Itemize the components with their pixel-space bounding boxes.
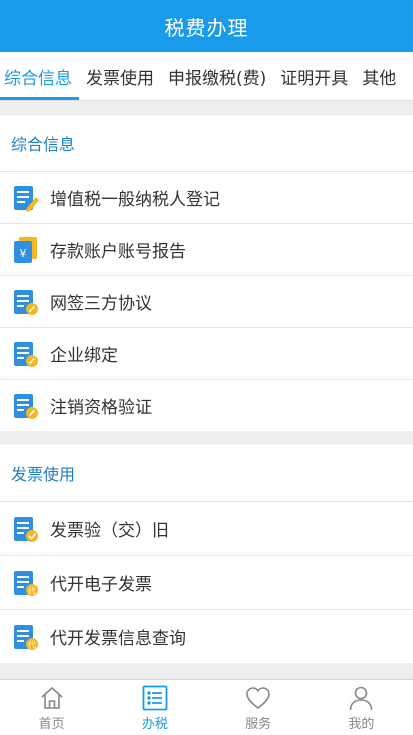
section-invoice-use: 发票使用 发票验（交）旧 代 代开电子发票 代 代开发票信息查询 (0, 445, 413, 663)
section-title: 发票使用 (0, 445, 413, 502)
list-item-label: 代开发票信息查询 (50, 629, 186, 649)
document-link-icon (14, 393, 38, 419)
bottom-nav: 首页 办税 服务 我的 (0, 679, 413, 735)
list-item-enterprise-binding[interactable]: 企业绑定 (0, 328, 413, 380)
list-item-label: 注销资格验证 (50, 398, 152, 418)
list-item-label: 网签三方协议 (50, 294, 152, 314)
list-item-label: 增值税一般纳税人登记 (50, 190, 220, 210)
nav-label: 我的 (348, 717, 375, 732)
list-item-proxy-e-invoice[interactable]: 代 代开电子发票 (0, 556, 413, 610)
list-item-tripartite-agreement[interactable]: 网签三方协议 (0, 276, 413, 328)
nav-service[interactable]: 服务 (207, 680, 310, 735)
document-link-icon (14, 341, 38, 367)
nav-label: 服务 (245, 717, 272, 732)
nav-mine[interactable]: 我的 (310, 680, 413, 735)
section-title: 综合信息 (0, 115, 413, 172)
document-proxy-icon: 代 (14, 624, 38, 650)
list-item-vat-registration[interactable]: 增值税一般纳税人登记 (0, 172, 413, 224)
tab-certificate[interactable]: 证明开具 (273, 52, 355, 100)
document-edit-icon (14, 185, 39, 212)
heart-icon (246, 687, 270, 710)
tab-invoice-use[interactable]: 发票使用 (79, 52, 161, 100)
svg-text:¥: ¥ (20, 247, 27, 260)
nav-tax[interactable]: 办税 (103, 680, 206, 735)
page-title: 税费办理 (164, 15, 249, 40)
list-item-label: 企业绑定 (50, 346, 118, 366)
nav-home[interactable]: 首页 (0, 680, 103, 735)
tab-general-info[interactable]: 综合信息 (0, 52, 79, 100)
icon-badge-text: 代 (28, 639, 36, 649)
nav-label: 办税 (141, 717, 168, 732)
home-icon (41, 686, 63, 709)
tab-other[interactable]: 其他 (355, 52, 403, 100)
tab-declare-pay[interactable]: 申报缴税(费) (161, 52, 273, 100)
document-link-icon (14, 289, 38, 315)
category-tabs: 综合信息 发票使用 申报缴税(费) 证明开具 其他 (0, 52, 413, 101)
document-proxy-icon: 代 (14, 570, 38, 596)
top-bar: 税费办理 (0, 0, 413, 52)
user-icon (350, 686, 373, 711)
nav-label: 首页 (38, 717, 65, 732)
list-item-label: 代开电子发票 (50, 575, 152, 595)
icon-badge-text: 代 (28, 585, 36, 595)
list-item-invoice-verify-return[interactable]: 发票验（交）旧 (0, 502, 413, 556)
section-general-info: 综合信息 增值税一般纳税人登记 ¥ 存款账户账号报告 网签三方协议 企业绑定 注… (0, 115, 413, 431)
list-item-bank-account-report[interactable]: ¥ 存款账户账号报告 (0, 224, 413, 276)
document-check-icon (14, 516, 38, 542)
list-item-deregistration-check[interactable]: 注销资格验证 (0, 380, 413, 431)
list-item-proxy-invoice-query[interactable]: 代 代开发票信息查询 (0, 610, 413, 663)
yuan-account-icon: ¥ (14, 236, 37, 263)
list-icon (142, 685, 168, 711)
list-item-label: 存款账户账号报告 (50, 242, 186, 262)
list-item-label: 发票验（交）旧 (50, 521, 169, 541)
